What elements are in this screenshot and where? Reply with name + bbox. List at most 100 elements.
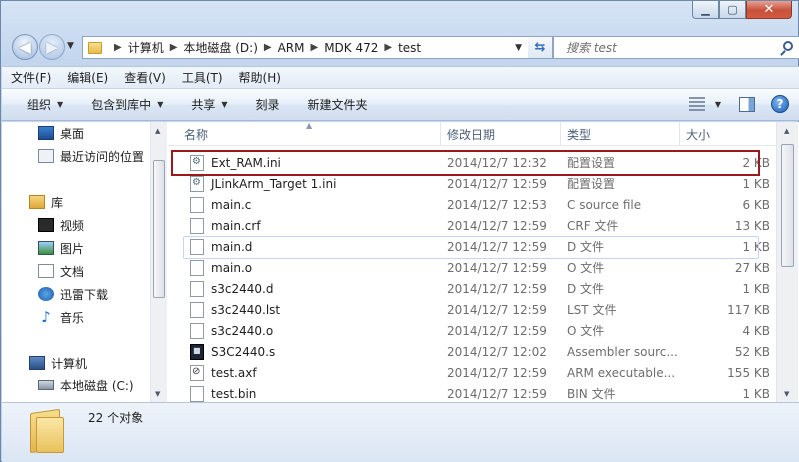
include-in-library-button[interactable]: 包含到库中 ▼ — [91, 96, 163, 113]
folder-icon — [88, 41, 102, 54]
maximize-button[interactable]: ▢ — [719, 1, 746, 19]
column-header-date[interactable]: 修改日期 — [441, 122, 561, 146]
back-button[interactable]: ◀ — [12, 34, 38, 60]
close-button[interactable]: ✕ — [746, 1, 792, 19]
folder-icon — [28, 408, 68, 454]
scroll-up-icon[interactable]: ▲ — [155, 127, 160, 135]
scroll-up-icon[interactable]: ▲ — [784, 127, 789, 135]
minimize-button[interactable]: ▁ — [692, 1, 719, 19]
file-name-cell: main.c — [168, 196, 441, 213]
sidebar-item-desktop[interactable]: 桌面 — [38, 123, 84, 143]
breadcrumb-separator-icon[interactable]: ▶ — [170, 42, 178, 53]
breadcrumb-separator-icon[interactable]: ▶ — [264, 42, 272, 53]
scroll-down-icon[interactable]: ▼ — [784, 390, 789, 398]
table-row[interactable]: main.c 2014/12/7 12:53 C source file 6 K… — [168, 194, 776, 215]
file-list-scrollbar[interactable]: ▲ ▼ — [776, 122, 798, 402]
explorer-window: ▁ ▢ ✕ ◀ ▶ ▼ ▶ 计算机 ▶ 本地磁盘 (D:) ▶ ARM ▶ MD… — [0, 0, 799, 462]
address-dropdown-icon[interactable]: ▼ — [515, 43, 522, 53]
sidebar-group-computer[interactable]: 计算机 — [29, 353, 87, 373]
sidebar-item-recent-places[interactable]: 最近访问的位置 — [38, 146, 144, 166]
file-name: main.c — [211, 197, 252, 212]
search-icon[interactable] — [783, 41, 793, 51]
table-row[interactable]: S3C2440.s 2014/12/7 12:02 Assembler sour… — [168, 341, 776, 362]
chevron-down-icon: ▼ — [57, 100, 64, 109]
share-label: 共享 — [191, 98, 216, 112]
sidebar-item-music[interactable]: ♪ 音乐 — [38, 307, 84, 327]
file-name: JLinkArm_Target 1.ini — [211, 176, 337, 191]
breadcrumb-arm[interactable]: ARM — [278, 41, 305, 55]
video-icon — [38, 218, 54, 232]
table-row[interactable]: test.bin 2014/12/7 12:59 BIN 文件 1 KB — [168, 383, 776, 402]
sidebar-item-videos[interactable]: 视频 — [38, 215, 84, 235]
file-name-cell: S3C2440.s — [168, 343, 441, 360]
breadcrumb-test[interactable]: test — [398, 41, 421, 55]
table-row[interactable]: main.crf 2014/12/7 12:59 CRF 文件 13 KB — [168, 215, 776, 236]
burn-button[interactable]: 刻录 — [256, 96, 280, 113]
search-box[interactable] — [553, 36, 799, 59]
file-size: 13 KB — [734, 218, 770, 233]
forward-button[interactable]: ▶ — [39, 34, 65, 60]
file-name-cell: s3c2440.lst — [168, 301, 441, 318]
scroll-down-icon[interactable]: ▼ — [155, 390, 160, 398]
sidebar-item-thunder-downloads[interactable]: 迅雷下载 — [38, 284, 108, 304]
library-icon — [29, 195, 45, 209]
help-icon[interactable]: ? — [771, 95, 789, 113]
breadcrumb-separator-icon[interactable]: ▶ — [114, 42, 122, 53]
menu-file[interactable]: 文件(F) — [11, 69, 51, 86]
organize-label: 组织 — [27, 98, 52, 112]
column-header-type[interactable]: 类型 — [561, 122, 680, 146]
sidebar-item-label: 本地磁盘 (C:) — [60, 378, 134, 393]
column-header-size[interactable]: 大小 — [680, 122, 776, 146]
file-date: 2014/12/7 12:59 — [447, 239, 547, 254]
breadcrumb-mdk[interactable]: MDK 472 — [324, 41, 378, 55]
table-row[interactable]: JLinkArm_Target 1.ini 2014/12/7 12:59 配置… — [168, 173, 776, 194]
table-row[interactable]: Ext_RAM.ini 2014/12/7 12:32 配置设置 2 KB — [168, 152, 776, 173]
refresh-button[interactable]: ⇆ — [528, 36, 553, 59]
organize-button[interactable]: 组织 ▼ — [27, 96, 63, 113]
executable-file-icon — [190, 364, 204, 381]
column-header-name[interactable]: ▲ 名称 — [168, 122, 441, 146]
address-bar[interactable]: ▶ 计算机 ▶ 本地磁盘 (D:) ▶ ARM ▶ MDK 472 ▶ test… — [82, 36, 545, 59]
file-list: ▲ 名称 修改日期 类型 大小 Ext_RAM.ini 2014/12/7 12… — [168, 122, 776, 402]
file-date: 2014/12/7 12:53 — [447, 197, 547, 212]
table-row[interactable]: test.axf 2014/12/7 12:59 ARM executable.… — [168, 362, 776, 383]
menu-help[interactable]: 帮助(H) — [239, 69, 281, 86]
menu-view[interactable]: 查看(V) — [124, 69, 166, 86]
menu-tools[interactable]: 工具(T) — [182, 69, 223, 86]
sidebar-item-documents[interactable]: 文档 — [38, 261, 84, 281]
recent-pages-dropdown-icon[interactable]: ▼ — [67, 41, 74, 51]
view-options-icon[interactable] — [688, 97, 705, 111]
breadcrumb-drive-d[interactable]: 本地磁盘 (D:) — [183, 39, 257, 56]
navigation-scrollbar[interactable]: ▲ ▼ — [150, 122, 167, 402]
file-name: s3c2440.o — [211, 323, 274, 338]
file-name-cell: main.d — [168, 238, 441, 255]
breadcrumb-computer[interactable]: 计算机 — [128, 39, 164, 56]
table-row[interactable]: main.o 2014/12/7 12:59 O 文件 27 KB — [168, 257, 776, 278]
table-row[interactable]: s3c2440.lst 2014/12/7 12:59 LST 文件 117 K… — [168, 299, 776, 320]
view-controls: ▼ ? — [688, 95, 789, 113]
preview-pane-icon[interactable] — [739, 96, 755, 112]
menu-edit[interactable]: 编辑(E) — [67, 69, 108, 86]
new-folder-button[interactable]: 新建文件夹 — [308, 96, 368, 113]
assembler-file-icon — [190, 343, 204, 360]
scrollbar-thumb[interactable] — [153, 160, 165, 298]
share-button[interactable]: 共享 ▼ — [191, 96, 227, 113]
file-type: Assembler sourc... — [567, 344, 678, 359]
file-type: O 文件 — [567, 261, 605, 275]
breadcrumb-separator-icon[interactable]: ▶ — [384, 42, 392, 53]
table-row[interactable]: main.d 2014/12/7 12:59 D 文件 1 KB — [168, 236, 776, 259]
column-header-label: 名称 — [184, 127, 209, 142]
sidebar-item-pictures[interactable]: 图片 — [38, 238, 84, 258]
breadcrumb-separator-icon[interactable]: ▶ — [311, 42, 319, 53]
chevron-down-icon: ▼ — [157, 100, 164, 109]
search-input[interactable] — [566, 40, 766, 55]
sidebar-item-drive-c[interactable]: 本地磁盘 (C:) — [38, 375, 134, 395]
file-size: 1 KB — [742, 176, 770, 191]
sidebar-group-libraries[interactable]: 库 — [29, 192, 63, 212]
table-row[interactable]: s3c2440.o 2014/12/7 12:59 O 文件 4 KB — [168, 320, 776, 341]
file-type: BIN 文件 — [567, 387, 616, 401]
scrollbar-thumb[interactable] — [781, 144, 794, 267]
table-row[interactable]: s3c2440.d 2014/12/7 12:59 D 文件 1 KB — [168, 278, 776, 299]
computer-icon — [29, 356, 45, 370]
view-dropdown-icon[interactable]: ▼ — [715, 100, 721, 109]
